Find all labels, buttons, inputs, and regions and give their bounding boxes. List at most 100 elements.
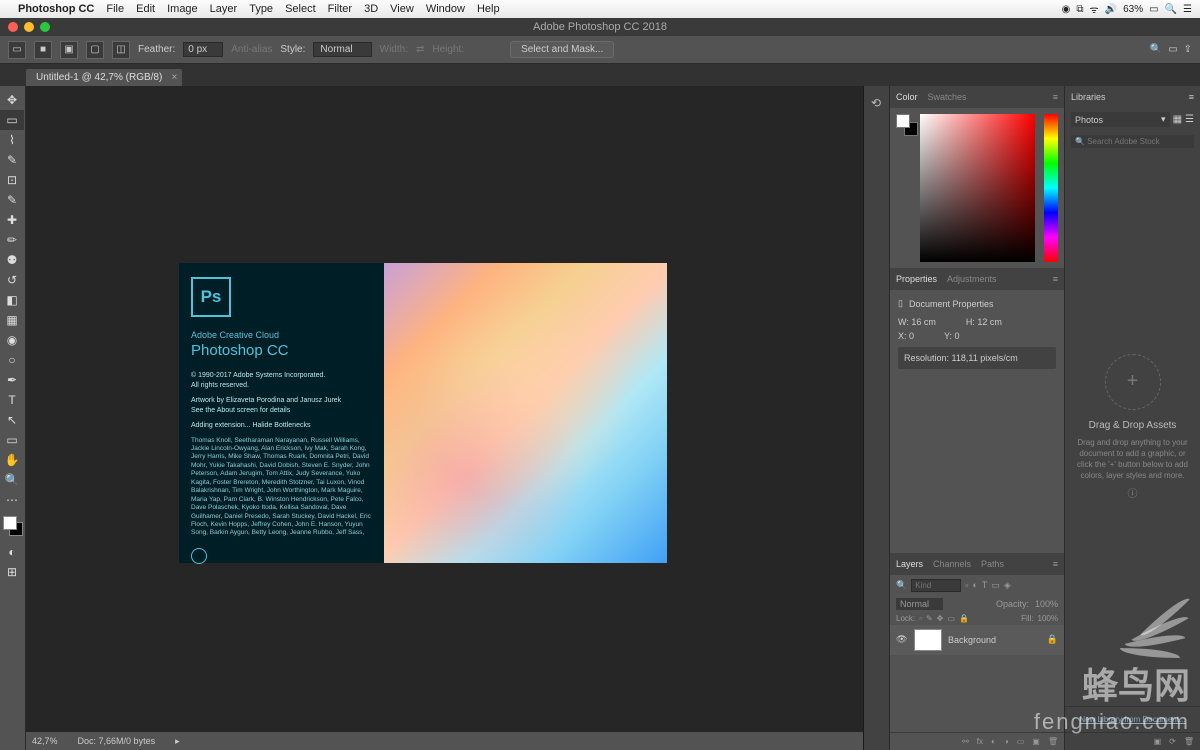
menu-3d[interactable]: 3D (364, 3, 378, 15)
library-drop-zone[interactable]: + Drag & Drop Assets Drag and drop anyth… (1065, 152, 1200, 706)
spotlight-icon[interactable]: 🔍 (1165, 4, 1177, 15)
search-icon[interactable]: 🔍 (1150, 44, 1162, 55)
library-select[interactable]: Photos▾ (1071, 112, 1170, 127)
layer-mask-icon[interactable]: ◐ (991, 737, 996, 746)
tab-adjustments[interactable]: Adjustments (947, 274, 997, 284)
menu-edit[interactable]: Edit (136, 3, 155, 15)
lib-delete-icon[interactable]: 🗑 (1184, 737, 1194, 746)
close-tab-icon[interactable]: × (171, 72, 177, 83)
blend-mode-select[interactable]: Normal (896, 598, 943, 610)
document-tab[interactable]: Untitled-1 @ 42,7% (RGB/8) × (26, 69, 182, 86)
eyedropper-tool[interactable]: ✎ (0, 190, 24, 210)
lock-position-icon[interactable]: ✥ (937, 614, 944, 623)
feather-input[interactable]: 0 px (183, 42, 223, 57)
history-brush-tool[interactable]: ↺ (0, 270, 24, 290)
help-icon[interactable]: ⓘ (1124, 481, 1142, 504)
shape-tool[interactable]: ▭ (0, 430, 24, 450)
tab-channels[interactable]: Channels (933, 559, 971, 569)
lock-pixels-icon[interactable]: ✎ (926, 614, 933, 623)
brush-tool[interactable]: ✏ (0, 230, 24, 250)
grid-view-icon[interactable]: ▦ (1173, 114, 1182, 125)
layer-row[interactable]: 👁 Background 🔒 (890, 625, 1064, 655)
library-search-input[interactable]: 🔍 Search Adobe Stock (1071, 135, 1194, 148)
selection-subtract-icon[interactable]: ▢ (86, 41, 104, 59)
panel-menu-icon[interactable]: ≡ (1053, 559, 1058, 569)
antialias-checkbox[interactable]: Anti-alias (231, 44, 272, 55)
battery-icon[interactable]: ▭ (1149, 4, 1158, 15)
opacity-value[interactable]: 100% (1035, 599, 1058, 609)
selection-intersect-icon[interactable]: ◫ (112, 41, 130, 59)
hand-tool[interactable]: ✋ (0, 450, 24, 470)
zoom-tool[interactable]: 🔍 (0, 470, 24, 490)
tab-libraries[interactable]: Libraries (1071, 92, 1106, 102)
lib-sync-icon[interactable]: ⟳ (1169, 737, 1176, 746)
minimize-icon[interactable] (24, 22, 34, 32)
lock-all-icon[interactable]: ▫ (919, 614, 922, 623)
panel-menu-icon[interactable]: ≡ (1189, 92, 1194, 102)
color-field[interactable] (920, 114, 1035, 262)
selection-new-icon[interactable]: ■ (34, 41, 52, 59)
tab-color[interactable]: Color (896, 92, 918, 102)
lasso-tool[interactable]: ⌇ (0, 130, 24, 150)
healing-tool[interactable]: ✚ (0, 210, 24, 230)
menu-layer[interactable]: Layer (210, 3, 238, 15)
adjustment-layer-icon[interactable]: ◑ (1004, 737, 1009, 746)
lock-icon[interactable]: 🔒 (1047, 634, 1058, 645)
blur-tool[interactable]: ◉ (0, 330, 24, 350)
menu-type[interactable]: Type (249, 3, 273, 15)
color-swatch[interactable] (3, 516, 23, 536)
maximize-icon[interactable] (40, 22, 50, 32)
volume-icon[interactable]: 🔊 (1105, 4, 1117, 15)
doc-size[interactable]: Doc: 7,66M/0 bytes (78, 736, 156, 746)
delete-layer-icon[interactable]: 🗑 (1048, 737, 1058, 746)
wifi-icon[interactable]: ᯤ (1090, 2, 1099, 16)
edit-toolbar[interactable]: ⋯ (0, 490, 24, 510)
tab-properties[interactable]: Properties (896, 274, 937, 284)
style-select[interactable]: Normal (313, 42, 371, 57)
layer-filter-input[interactable] (911, 579, 961, 592)
menu-help[interactable]: Help (477, 3, 500, 15)
menu-window[interactable]: Window (426, 3, 465, 15)
menu-image[interactable]: Image (167, 3, 198, 15)
list-view-icon[interactable]: ☰ (1185, 114, 1194, 125)
menu-file[interactable]: File (106, 3, 124, 15)
add-icon[interactable]: + (1105, 354, 1161, 410)
eraser-tool[interactable]: ◧ (0, 290, 24, 310)
panel-menu-icon[interactable]: ≡ (1053, 92, 1058, 102)
new-layer-icon[interactable]: ▣ (1032, 737, 1040, 746)
filter-shape-icon[interactable]: ▭ (991, 580, 1000, 591)
crop-tool[interactable]: ⊡ (0, 170, 24, 190)
cc-status-icon[interactable]: ◉ (1062, 4, 1071, 15)
path-tool[interactable]: ↖ (0, 410, 24, 430)
filter-search-icon[interactable]: 🔍 (896, 580, 907, 591)
layer-style-icon[interactable]: fx (977, 737, 983, 746)
filter-smart-icon[interactable]: ◈ (1004, 580, 1011, 591)
zoom-level[interactable]: 42,7% (32, 736, 58, 746)
marquee-tool[interactable]: ▭ (0, 110, 24, 130)
visibility-icon[interactable]: 👁 (896, 634, 908, 645)
pen-tool[interactable]: ✒ (0, 370, 24, 390)
selection-add-icon[interactable]: ▣ (60, 41, 78, 59)
type-tool[interactable]: T (0, 390, 24, 410)
status-chevron-icon[interactable]: ▸ (175, 736, 180, 747)
layer-name[interactable]: Background (948, 635, 996, 645)
link-layers-icon[interactable]: ⚯ (962, 737, 969, 746)
workspace-icon[interactable]: ▭ (1168, 44, 1177, 55)
tab-paths[interactable]: Paths (981, 559, 1004, 569)
wifi-icon[interactable]: ⧉ (1076, 4, 1083, 15)
history-panel-icon[interactable]: ⟲ (864, 92, 888, 114)
close-icon[interactable] (8, 22, 18, 32)
gradient-tool[interactable]: ▦ (0, 310, 24, 330)
filter-type-icon[interactable]: T (982, 580, 988, 590)
menu-icon[interactable]: ☰ (1183, 4, 1192, 15)
canvas[interactable]: Ps Adobe Creative Cloud Photoshop CC © 1… (26, 86, 864, 750)
dodge-tool[interactable]: ○ (0, 350, 24, 370)
swap-icon[interactable]: ⇄ (416, 44, 424, 55)
fill-value[interactable]: 100% (1038, 614, 1058, 623)
quick-mask-tool[interactable]: ◐ (0, 542, 24, 562)
select-and-mask-button[interactable]: Select and Mask... (510, 41, 614, 58)
app-name[interactable]: Photoshop CC (18, 3, 94, 15)
share-icon[interactable]: ⇪ (1184, 44, 1192, 55)
layer-thumbnail[interactable] (914, 629, 942, 651)
lock-icon[interactable]: 🔒 (959, 614, 969, 623)
